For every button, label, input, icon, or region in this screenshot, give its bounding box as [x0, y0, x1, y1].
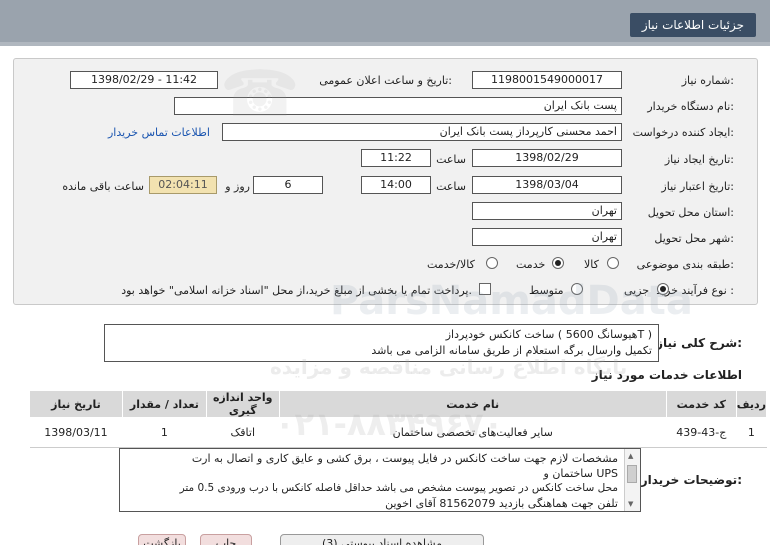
- col-service-name: نام خدمت: [278, 390, 667, 418]
- cell-service-name: سایر فعالیت‌های تخصصی ساختمان: [279, 417, 667, 448]
- col-quantity: تعداد / مقدار: [121, 390, 207, 418]
- announce-field: 1398/02/29 - 11:42: [70, 71, 218, 89]
- city-label: شهر محل تحویل:: [654, 232, 734, 245]
- col-service-code: کد خدمت: [665, 390, 737, 418]
- announce-label: تاریخ و ساعت اعلان عمومی:: [319, 74, 452, 87]
- services-table: تاریخ نیاز تعداد / مقدار واحد اندازه گیر…: [29, 390, 768, 448]
- process-option-minor: جزیی: [624, 284, 650, 297]
- notes-line-4: تلفن جهت هماهنگی بازدید 81562079 آقای اخ…: [385, 497, 618, 510]
- validity-time-field: 14:00: [361, 176, 431, 194]
- buyer-label: نام دستگاه خریدار:: [647, 100, 734, 113]
- notes-label: توضیحات خریدار:: [640, 473, 742, 487]
- days-label: روز و: [225, 180, 250, 193]
- summary-line-1: ساخت کانکس خودپرداز ( هیوسانگ 5600T ): [445, 328, 652, 341]
- scroll-up-icon[interactable]: ▲: [628, 452, 633, 460]
- title-bar: جزئیات اطلاعات نیاز: [0, 0, 770, 46]
- category-option-goods: کالا: [584, 258, 599, 271]
- col-row: ردیف: [735, 390, 768, 418]
- province-field: تهران: [472, 202, 622, 220]
- process-radio-medium[interactable]: [571, 283, 583, 295]
- cell-need-date: 1398/03/11: [29, 417, 123, 448]
- category-option-goods-service: کالا/خدمت: [427, 258, 475, 271]
- category-option-service: خدمت: [516, 258, 546, 271]
- process-radio-minor[interactable]: [657, 283, 669, 295]
- cell-quantity: 1: [122, 417, 207, 448]
- requester-label: ایجاد کننده درخواست:: [632, 126, 734, 139]
- table-row: 1398/03/11 1 اتاقک سایر فعالیت‌های تخصصی…: [29, 417, 767, 448]
- summary-label: شرح کلی نیاز:: [656, 336, 742, 350]
- notes-box[interactable]: ▲ ▼ مشخصات لازم جهت ساخت کانکس در فایل پ…: [119, 448, 641, 512]
- treasury-payment-note: پرداخت تمام یا بخشی از مبلغ خرید،از محل …: [121, 284, 472, 297]
- buyer-field: پست بانک ایران: [174, 97, 622, 115]
- need-number-label: شماره نیاز:: [681, 74, 734, 87]
- province-label: استان محل تحویل:: [647, 206, 734, 219]
- process-option-medium: متوسط: [529, 284, 564, 297]
- summary-line-2: تکمیل وارسال برگه استعلام از طریق سامانه…: [371, 344, 652, 357]
- treasury-payment-checkbox[interactable]: [479, 283, 491, 295]
- created-time-label: ساعت: [436, 153, 466, 166]
- scroll-thumb[interactable]: [627, 465, 637, 483]
- summary-box: ساخت کانکس خودپرداز ( هیوسانگ 5600T ) تک…: [104, 324, 659, 362]
- validity-date-field: 1398/03/04: [472, 176, 622, 194]
- validity-time-label: ساعت: [436, 180, 466, 193]
- cell-unit: اتاقک: [206, 417, 280, 448]
- category-label: طبقه بندی موضوعی:: [636, 258, 734, 271]
- back-button[interactable]: بازگشت: [138, 534, 186, 545]
- category-radio-goods[interactable]: [607, 257, 619, 269]
- notes-line-3: محل ساخت کانکس در تصویر پیوست مشخص می با…: [179, 482, 618, 494]
- print-button[interactable]: چاپ: [200, 534, 252, 545]
- category-radio-service[interactable]: [552, 257, 564, 269]
- need-number-field: 1198001549000017: [472, 71, 622, 89]
- cell-row: 1: [736, 417, 767, 448]
- col-need-date: تاریخ نیاز: [29, 390, 123, 418]
- days-remaining-field: 6: [253, 176, 323, 194]
- created-date-field: 1398/02/29: [472, 149, 622, 167]
- notes-line-1: مشخصات لازم جهت ساخت کانکس در فایل پیوست…: [191, 452, 618, 465]
- services-title: اطلاعات خدمات مورد نیاز: [591, 368, 742, 382]
- view-attachments-button[interactable]: مشاهده اسناد پیوستی (3): [280, 534, 484, 545]
- remaining-label: ساعت باقی مانده: [62, 180, 144, 193]
- category-radio-goods-service[interactable]: [486, 257, 498, 269]
- notes-scrollbar[interactable]: ▲ ▼: [624, 449, 640, 511]
- notes-line-2: ساختمان و UPS: [543, 467, 618, 480]
- countdown-timer: 02:04:11: [149, 176, 217, 194]
- validity-label: تاریخ اعتبار نیاز:: [661, 180, 734, 193]
- city-field: تهران: [472, 228, 622, 246]
- services-header-row: تاریخ نیاز تعداد / مقدار واحد اندازه گیر…: [29, 390, 768, 418]
- buyer-contact-link[interactable]: اطلاعات تماس خریدار: [108, 126, 210, 139]
- page-title: جزئیات اطلاعات نیاز: [629, 13, 756, 37]
- created-label: تاریخ ایجاد نیاز:: [664, 153, 734, 166]
- cell-service-code: ج-43-439: [666, 417, 737, 448]
- requester-field: احمد محسنی کارپرداز پست بانک ایران: [222, 123, 622, 141]
- col-unit: واحد اندازه گیری: [205, 390, 280, 418]
- scroll-down-icon[interactable]: ▼: [628, 500, 633, 508]
- created-time-field: 11:22: [361, 149, 431, 167]
